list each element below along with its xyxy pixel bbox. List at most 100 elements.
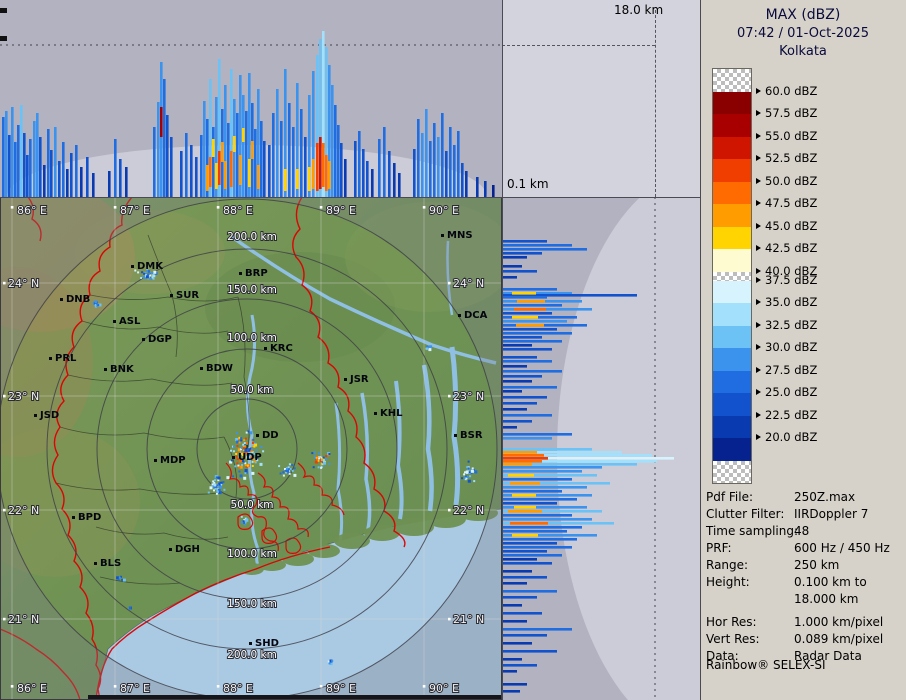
range-ring-label: 50.0 km: [230, 499, 273, 511]
echo-speckle: [426, 347, 429, 350]
profile-bar-core: [257, 165, 260, 189]
profile-bar: [260, 121, 263, 197]
echo-speckle: [121, 578, 124, 581]
profile-bar: [502, 408, 527, 411]
grid-label-dot: [10, 685, 14, 688]
grid-label-dot: [113, 206, 117, 209]
profile-bar-core: [516, 324, 544, 327]
city-label-KRC: KRC: [270, 343, 293, 354]
profile-bar: [242, 95, 245, 197]
echo-speckle: [465, 470, 469, 474]
grid-label-dot: [216, 685, 220, 688]
echo-speckle: [249, 431, 253, 435]
echo-speckle: [245, 518, 249, 522]
profile-bar: [58, 161, 61, 197]
profile-bar: [502, 570, 532, 573]
scale-tick-arrow-icon: [756, 434, 761, 440]
echo-speckle: [251, 445, 254, 448]
echo-speckle: [240, 446, 243, 449]
scale-value: 55.0 dBZ: [765, 128, 818, 143]
longitude-label-top: 86° E: [17, 204, 47, 217]
city-dot: [154, 459, 157, 462]
color-scale-cell: [713, 204, 751, 227]
profile-bar: [492, 185, 495, 197]
echo-speckle: [118, 576, 121, 579]
radar-display-window: 18.0 km 0.1 km 86° E 86° E 87° E 87° E 8…: [0, 0, 906, 700]
profile-bar: [502, 356, 537, 359]
city-label-BLS: BLS: [100, 558, 121, 569]
metadata-row: Hor Res: 1.000 km/pixel: [706, 614, 904, 631]
profile-bar: [502, 312, 552, 315]
profile-bar-core: [322, 143, 325, 187]
scale-tick-arrow-icon: [756, 222, 761, 229]
echo-speckle: [226, 476, 230, 480]
echo-speckle: [325, 455, 328, 458]
grid-label-dot: [448, 281, 451, 285]
radar-map-panel[interactable]: 86° E 86° E 87° E 87° E 88° E 88° E 89° E 89° E…: [0, 197, 502, 700]
scale-value: 35.0 dBZ: [765, 295, 818, 309]
metadata-row: Time sampling: 48: [706, 523, 904, 540]
profile-bar: [268, 145, 271, 197]
echo-speckle: [209, 486, 213, 490]
city-dot: [249, 642, 252, 645]
echo-speckle: [461, 477, 464, 480]
metadata-key: Pdf File:: [706, 490, 754, 504]
metadata-row: Range: 250 km: [706, 557, 904, 574]
profile-bar: [502, 414, 552, 417]
echo-speckle: [239, 474, 243, 478]
profile-bar: [441, 113, 444, 197]
echo-speckle: [245, 442, 248, 444]
profile-bar: [502, 390, 522, 393]
profile-bar: [17, 125, 20, 197]
echo-speckle: [237, 464, 240, 467]
profile-bar: [502, 252, 542, 255]
profile-bar-core: [215, 163, 218, 189]
side-height-profile-plot: [502, 197, 700, 700]
profile-bar: [502, 490, 562, 493]
grid-label-dot: [10, 206, 14, 209]
echo-speckle: [238, 436, 241, 439]
latitude-label-left: 22° N: [8, 504, 39, 517]
city-label-ASL: ASL: [119, 316, 141, 327]
profile-bar: [119, 159, 122, 197]
echo-speckle: [246, 464, 249, 467]
color-scale-cell: [713, 303, 751, 326]
echo-speckle: [253, 445, 256, 448]
echo-speckle: [232, 475, 235, 478]
profile-bar: [502, 620, 527, 623]
color-scale-cell: [713, 348, 751, 371]
profile-bar-core: [502, 451, 537, 454]
city-label-DCA: DCA: [464, 310, 488, 321]
echo-speckle: [147, 273, 150, 276]
scale-value: 57.5 dBZ: [765, 106, 818, 120]
profile-bar: [502, 420, 532, 423]
profile-bar-core: [512, 534, 538, 537]
profile-bar: [502, 437, 552, 440]
echo-speckle: [234, 465, 237, 468]
range-ring-label: 200.0 km: [227, 649, 277, 661]
metadata-key: PRF:: [706, 541, 732, 555]
echo-speckle: [214, 479, 217, 482]
profile-bar: [457, 131, 460, 197]
city-label-SUR: SUR: [176, 290, 199, 301]
longitude-label-bottom: 89° E: [326, 682, 356, 695]
echo-speckle: [282, 471, 285, 474]
profile-bar: [43, 165, 46, 197]
profile-bar: [502, 244, 572, 247]
echo-speckle: [320, 466, 323, 469]
echo-speckle: [216, 490, 219, 493]
color-scale-cell: [713, 393, 751, 416]
echo-speckle: [232, 445, 235, 448]
scale-tick-arrow-icon: [756, 200, 761, 206]
scale-tick-arrow-icon: [756, 87, 761, 94]
profile-bar: [502, 502, 557, 505]
echo-speckle: [463, 473, 466, 476]
profile-bar: [453, 145, 456, 197]
city-dot: [94, 562, 97, 565]
color-scale-cell: [713, 370, 751, 393]
color-scale-cell: [713, 91, 751, 114]
city-dot: [458, 314, 461, 317]
echo-speckle: [314, 455, 316, 458]
profile-bar-core: [512, 316, 538, 319]
profile-bar: [502, 558, 537, 561]
